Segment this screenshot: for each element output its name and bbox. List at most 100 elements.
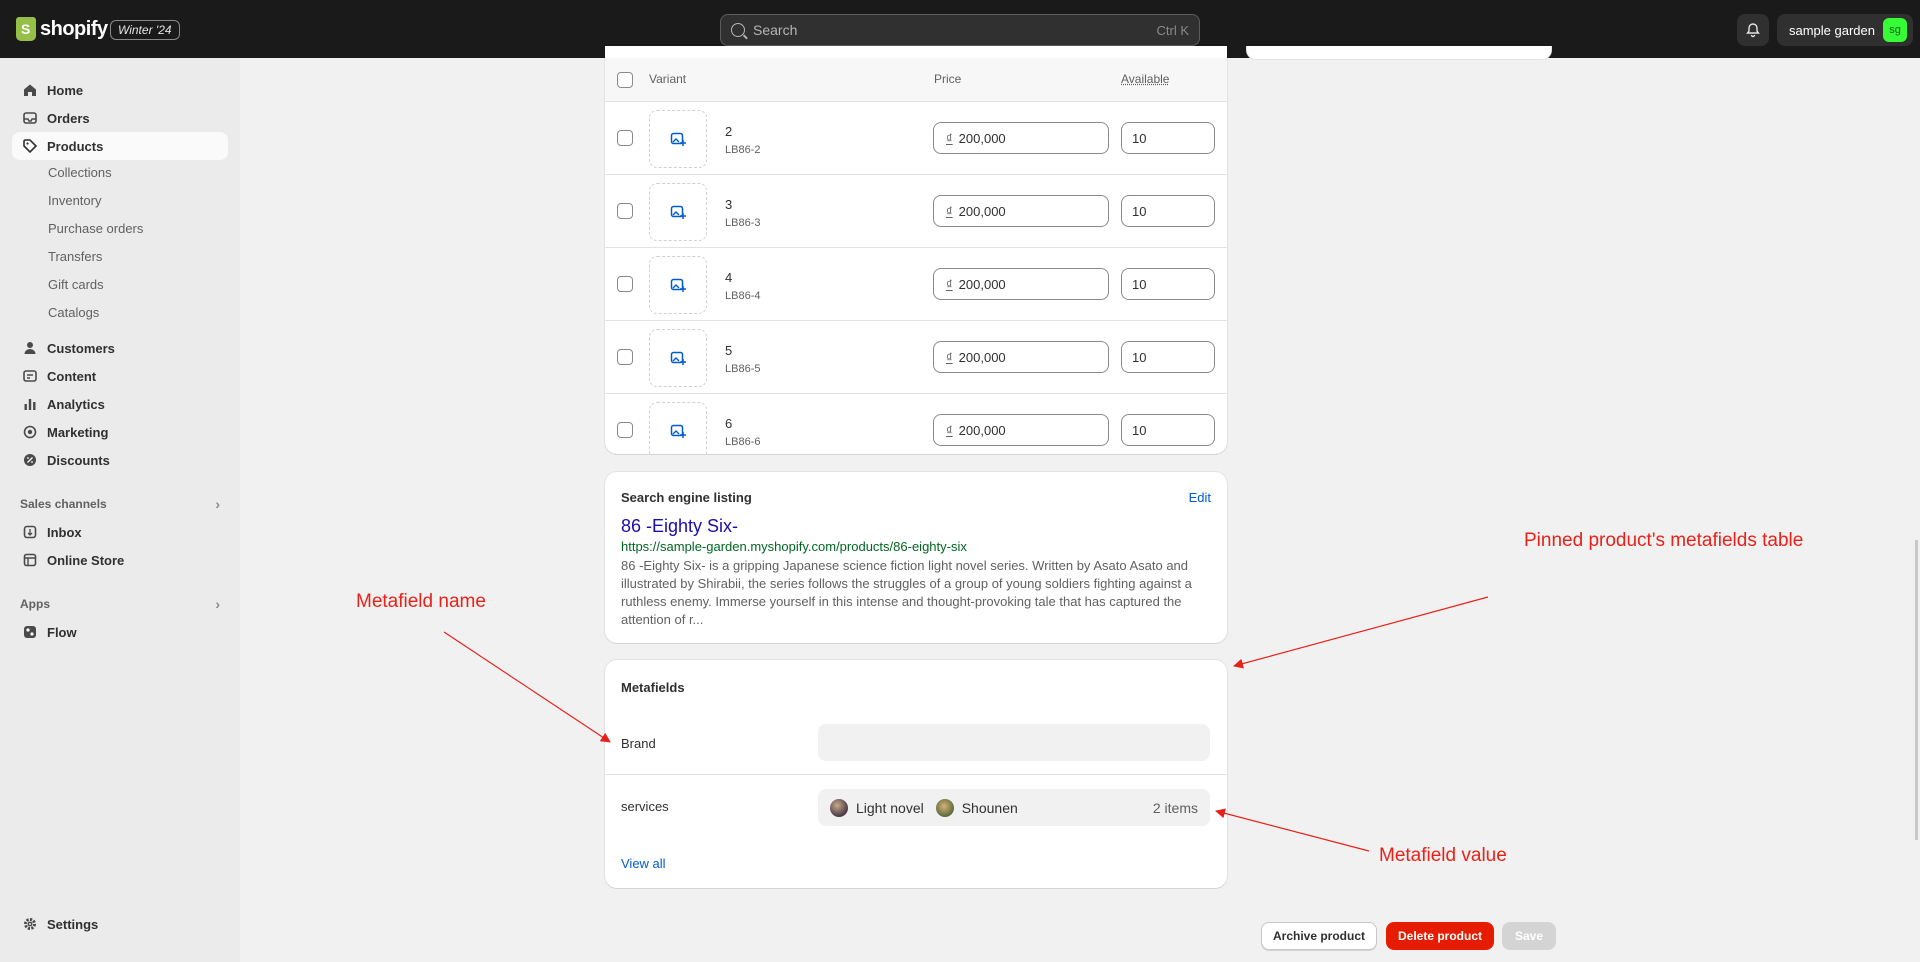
section-label: Apps xyxy=(20,597,50,611)
row-checkbox[interactable] xyxy=(617,130,633,146)
sidebar-subitem-purchase-orders[interactable]: Purchase orders xyxy=(48,218,143,238)
flow-icon xyxy=(24,626,36,638)
metafields-card: Metafields Brand services Light novel Sh… xyxy=(605,660,1227,888)
sidebar-item-content[interactable]: Content xyxy=(12,362,228,390)
metafield-item: Shounen xyxy=(961,799,1018,816)
variant-name: 3 xyxy=(725,197,733,212)
sidebar-item-discounts[interactable]: Discounts xyxy=(12,446,228,474)
content-icon xyxy=(23,370,37,382)
chevron-right-icon: › xyxy=(215,596,220,612)
sidebar-item-orders[interactable]: Orders xyxy=(12,104,228,132)
variant-sku: LB86-4 xyxy=(725,290,761,302)
sidebar-item-label: Online Store xyxy=(47,552,125,568)
currency-symbol: ₫ xyxy=(946,276,953,292)
currency-symbol: ₫ xyxy=(946,203,953,219)
inbox-icon xyxy=(23,525,37,539)
add-image-button[interactable] xyxy=(649,110,707,168)
sidebar-item-label: Products xyxy=(47,138,104,154)
apps-header[interactable]: Apps › xyxy=(20,596,220,612)
row-checkbox[interactable] xyxy=(617,349,633,365)
side-card-edge xyxy=(1246,46,1552,60)
select-all-checkbox[interactable] xyxy=(617,72,633,88)
available-input[interactable]: 10 xyxy=(1121,414,1215,446)
variants-table-header: Variant Price Available xyxy=(605,58,1227,102)
archive-product-button[interactable]: Archive product xyxy=(1261,922,1377,950)
price-value: 200,000 xyxy=(958,130,1006,146)
sidebar-item-products[interactable]: Products xyxy=(12,132,228,160)
metafield-label-brand: Brand xyxy=(621,736,656,751)
price-input[interactable]: ₫ 200,000 xyxy=(933,341,1109,373)
sidebar-item-label: Orders xyxy=(47,110,90,126)
add-image-button[interactable] xyxy=(649,329,707,387)
variant-name: 6 xyxy=(725,416,733,431)
sidebar-item-customers[interactable]: Customers xyxy=(12,334,228,362)
sidebar-subitem-gift-cards[interactable]: Gift cards xyxy=(48,274,104,294)
price-input[interactable]: ₫ 200,000 xyxy=(933,122,1109,154)
sidebar-item-home[interactable]: Home xyxy=(12,76,228,104)
sidebar-subitem-inventory[interactable]: Inventory xyxy=(48,190,101,210)
metafield-brand-input[interactable] xyxy=(818,724,1210,761)
sidebar-item-marketing[interactable]: Marketing xyxy=(12,418,228,446)
image-add-icon xyxy=(670,424,686,438)
image-add-icon xyxy=(670,205,686,219)
sidebar-item-flow[interactable]: Flow xyxy=(12,618,228,646)
annotation-metafield-name: Metafield name xyxy=(356,591,486,612)
table-row[interactable]: 3 LB86-3 ₫ 200,000 10 xyxy=(605,175,1227,248)
sidebar-item-label: Settings xyxy=(47,916,99,932)
sidebar-item-label: Home xyxy=(47,82,84,98)
table-row[interactable]: 2 LB86-2 ₫ 200,000 10 xyxy=(605,102,1227,175)
row-checkbox[interactable] xyxy=(617,276,633,292)
bell-icon xyxy=(1746,23,1760,38)
store-menu-button[interactable]: sample garden sg xyxy=(1777,14,1913,46)
search-bar[interactable]: Search Ctrl K xyxy=(720,14,1200,46)
table-row[interactable]: 4 LB86-4 ₫ 200,000 10 xyxy=(605,248,1227,321)
add-image-button[interactable] xyxy=(649,402,707,454)
arrow-to-metafield-name xyxy=(443,631,611,743)
variant-sku: LB86-3 xyxy=(725,217,761,229)
column-price: Price xyxy=(934,72,962,86)
sidebar-subitem-collections[interactable]: Collections xyxy=(48,162,112,182)
price-value: 200,000 xyxy=(958,349,1006,365)
section-label: Sales channels xyxy=(20,497,107,511)
search-shortcut: Ctrl K xyxy=(1156,22,1190,38)
sidebar-subitem-transfers[interactable]: Transfers xyxy=(48,246,102,266)
metafield-item: Light novel xyxy=(856,799,924,816)
sidebar-subitem-catalogs[interactable]: Catalogs xyxy=(48,302,99,322)
row-checkbox[interactable] xyxy=(617,203,633,219)
available-input[interactable]: 10 xyxy=(1121,122,1215,154)
seo-description: 86 -Eighty Six- is a gripping Japanese s… xyxy=(621,558,1192,627)
delete-product-button[interactable]: Delete product xyxy=(1386,922,1494,950)
notifications-button[interactable] xyxy=(1737,14,1769,46)
scrollbar-thumb[interactable] xyxy=(1915,540,1918,840)
available-input[interactable]: 10 xyxy=(1121,268,1215,300)
metafield-services-value[interactable]: Light novel Shounen 2 items xyxy=(818,789,1210,826)
view-all-link[interactable]: View all xyxy=(621,856,666,871)
table-row[interactable]: 5 LB86-5 ₫ 200,000 10 xyxy=(605,321,1227,394)
price-input[interactable]: ₫ 200,000 xyxy=(933,414,1109,446)
shopify-logo[interactable]: shopify xyxy=(16,17,108,41)
add-image-button[interactable] xyxy=(649,183,707,241)
sidebar-item-settings[interactable]: Settings xyxy=(12,910,228,938)
seo-edit-link[interactable]: Edit xyxy=(1189,490,1211,505)
divider xyxy=(605,774,1227,775)
table-row[interactable]: 6 LB86-6 ₫ 200,000 10 xyxy=(605,394,1227,454)
price-input[interactable]: ₫ 200,000 xyxy=(933,195,1109,227)
sidebar-item-online-store[interactable]: Online Store xyxy=(12,546,228,574)
sidebar-item-analytics[interactable]: Analytics xyxy=(12,390,228,418)
save-button[interactable]: Save xyxy=(1502,922,1556,950)
logo-text: shopify xyxy=(40,17,108,40)
available-input[interactable]: 10 xyxy=(1121,341,1215,373)
price-value: 200,000 xyxy=(958,276,1006,292)
column-variant: Variant xyxy=(649,72,687,86)
image-add-icon xyxy=(670,278,686,292)
available-input[interactable]: 10 xyxy=(1121,195,1215,227)
row-checkbox[interactable] xyxy=(617,422,633,438)
column-available[interactable]: Available xyxy=(1121,72,1169,86)
target-icon xyxy=(23,425,37,439)
variant-sku: LB86-5 xyxy=(725,363,761,375)
sidebar-item-inbox[interactable]: Inbox xyxy=(12,518,228,546)
add-image-button[interactable] xyxy=(649,256,707,314)
price-input[interactable]: ₫ 200,000 xyxy=(933,268,1109,300)
sales-channels-header[interactable]: Sales channels › xyxy=(20,496,220,512)
seo-page-title: 86 -Eighty Six- xyxy=(621,516,739,536)
